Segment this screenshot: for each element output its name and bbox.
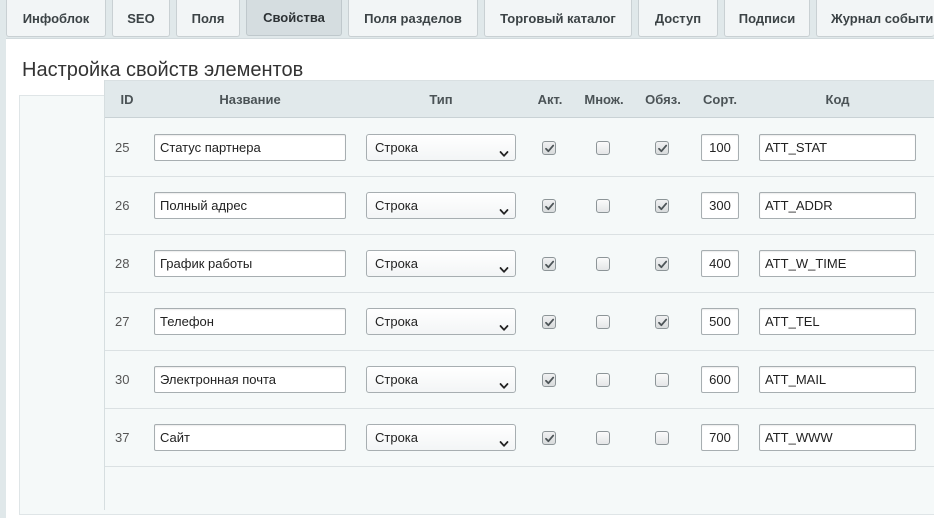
- table-row: 25 Статус партнера Строка 100 ATT_STAT: [105, 119, 934, 177]
- required-checkbox[interactable]: [655, 141, 669, 155]
- chevron-down-icon: [499, 200, 509, 215]
- sort-input[interactable]: 500: [701, 308, 739, 335]
- active-checkbox[interactable]: [542, 373, 556, 387]
- tab-captions[interactable]: Подписи: [724, 0, 810, 37]
- code-input[interactable]: ATT_STAT: [759, 134, 916, 161]
- multiple-checkbox[interactable]: [596, 431, 610, 445]
- property-id: 28: [115, 256, 130, 271]
- table-row: 37 Сайт Строка 700 ATT_WWW: [105, 409, 934, 467]
- property-name-input[interactable]: График работы: [154, 250, 346, 277]
- header-code: Код: [825, 92, 850, 107]
- tab-access[interactable]: Доступ: [638, 0, 718, 37]
- multiple-checkbox[interactable]: [596, 373, 610, 387]
- chevron-down-icon: [499, 374, 509, 389]
- tab-seo[interactable]: SEO: [112, 0, 170, 37]
- tab-fields[interactable]: Поля: [176, 0, 240, 37]
- tab-section-fields[interactable]: Поля разделов: [348, 0, 478, 37]
- property-type-select[interactable]: Строка: [366, 192, 516, 219]
- multiple-checkbox[interactable]: [596, 199, 610, 213]
- tab-event-log[interactable]: Журнал событий: [816, 0, 934, 37]
- table-row: 27 Телефон Строка 500 ATT_TEL: [105, 293, 934, 351]
- property-name-input[interactable]: Электронная почта: [154, 366, 346, 393]
- active-checkbox[interactable]: [542, 315, 556, 329]
- header-multiple: Множ.: [584, 92, 624, 107]
- header-type: Тип: [429, 92, 453, 107]
- multiple-checkbox[interactable]: [596, 315, 610, 329]
- sort-input[interactable]: 400: [701, 250, 739, 277]
- sort-input[interactable]: 300: [701, 192, 739, 219]
- property-type-value: Строка: [375, 198, 419, 213]
- required-checkbox[interactable]: [655, 373, 669, 387]
- header-active: Акт.: [537, 92, 563, 107]
- property-type-select[interactable]: Строка: [366, 366, 516, 393]
- sort-input[interactable]: 100: [701, 134, 739, 161]
- code-input[interactable]: ATT_W_TIME: [759, 250, 916, 277]
- page-title: Настройка свойств элементов: [22, 59, 304, 81]
- code-input[interactable]: ATT_MAIL: [759, 366, 916, 393]
- chevron-down-icon: [499, 142, 509, 157]
- code-input[interactable]: ATT_TEL: [759, 308, 916, 335]
- header-name: Название: [219, 92, 281, 107]
- tab-properties[interactable]: Свойства: [246, 0, 342, 36]
- header-id: ID: [120, 92, 134, 107]
- active-checkbox[interactable]: [542, 257, 556, 271]
- property-name-input[interactable]: Статус партнера: [154, 134, 346, 161]
- properties-table: ID Название Тип Акт. Множ. Обяз. Сорт. К…: [104, 80, 934, 510]
- property-type-select[interactable]: Строка: [366, 250, 516, 277]
- sort-input[interactable]: 700: [701, 424, 739, 451]
- property-type-value: Строка: [375, 256, 419, 271]
- tab-trade-catalog[interactable]: Торговый каталог: [484, 0, 632, 37]
- required-checkbox[interactable]: [655, 257, 669, 271]
- property-type-select[interactable]: Строка: [366, 424, 516, 451]
- property-type-value: Строка: [375, 314, 419, 329]
- property-type-value: Строка: [375, 430, 419, 445]
- active-checkbox[interactable]: [542, 199, 556, 213]
- property-id: 30: [115, 372, 130, 387]
- table-row: 30 Электронная почта Строка 600 ATT_MAIL: [105, 351, 934, 409]
- required-checkbox[interactable]: [655, 315, 669, 329]
- table-row: 26 Полный адрес Строка 300 ATT_ADDR: [105, 177, 934, 235]
- required-checkbox[interactable]: [655, 199, 669, 213]
- required-checkbox[interactable]: [655, 431, 669, 445]
- table-header: ID Название Тип Акт. Множ. Обяз. Сорт. К…: [105, 80, 934, 118]
- table-row: 28 График работы Строка 400 ATT_W_TIME: [105, 235, 934, 293]
- property-type-value: Строка: [375, 372, 419, 387]
- active-checkbox[interactable]: [542, 431, 556, 445]
- property-id: 37: [115, 430, 130, 445]
- header-sort: Сорт.: [703, 92, 737, 107]
- chevron-down-icon: [499, 432, 509, 447]
- code-input[interactable]: ATT_ADDR: [759, 192, 916, 219]
- header-required: Обяз.: [645, 92, 681, 107]
- multiple-checkbox[interactable]: [596, 141, 610, 155]
- chevron-down-icon: [499, 258, 509, 273]
- sort-input[interactable]: 600: [701, 366, 739, 393]
- active-checkbox[interactable]: [542, 141, 556, 155]
- tab-bar: Инфоблок SEO Поля Свойства Поля разделов…: [0, 0, 934, 38]
- property-name-input[interactable]: Сайт: [154, 424, 346, 451]
- property-id: 26: [115, 198, 130, 213]
- property-name-input[interactable]: Телефон: [154, 308, 346, 335]
- chevron-down-icon: [499, 316, 509, 331]
- code-input[interactable]: ATT_WWW: [759, 424, 916, 451]
- property-type-select[interactable]: Строка: [366, 134, 516, 161]
- tab-infoblock[interactable]: Инфоблок: [6, 0, 106, 37]
- multiple-checkbox[interactable]: [596, 257, 610, 271]
- property-type-select[interactable]: Строка: [366, 308, 516, 335]
- property-type-value: Строка: [375, 140, 419, 155]
- property-name-input[interactable]: Полный адрес: [154, 192, 346, 219]
- property-id: 25: [115, 140, 130, 155]
- property-id: 27: [115, 314, 130, 329]
